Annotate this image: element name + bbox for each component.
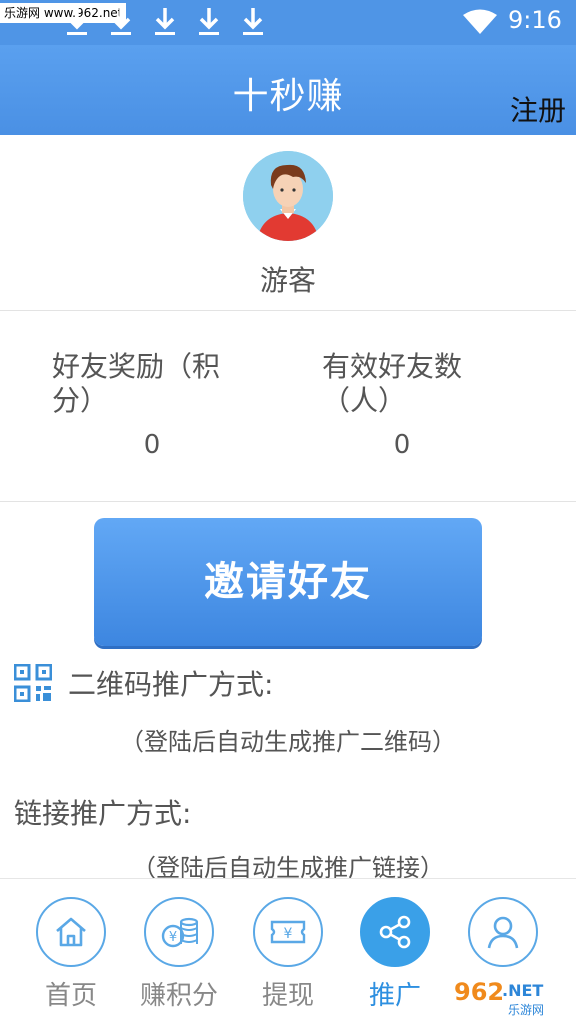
svg-text:.NET: .NET [502,981,543,1000]
home-icon [56,917,86,947]
stats-panel: 好友奖励（积分） 0 有效好友数（人） 0 [0,312,576,502]
svg-text:962: 962 [454,978,504,1006]
nav-item-withdraw[interactable]: ¥ 提现 [234,897,342,1012]
profile-section: 游客 [0,135,576,311]
register-button[interactable]: 注册 [510,89,566,129]
svg-text:乐游网: 乐游网 [508,1003,544,1017]
nav-label: 提现 [261,981,314,1011]
qr-code-icon [14,664,52,702]
nav-label: 推广 [368,981,421,1011]
user-icon [487,916,519,949]
nav-label: 首页 [44,981,97,1011]
download-icon [155,8,175,35]
wifi-icon [463,9,497,34]
nav-label: 赚积分 [139,981,218,1011]
download-icon [243,8,263,35]
notification-icons [62,4,268,38]
nav-item-earn-points[interactable]: ¥ 赚积分 [125,897,233,1012]
page-title: 十秒赚 [232,76,344,117]
invite-friends-button[interactable]: 邀请好友 [94,518,482,646]
qr-promo-heading: 二维码推广方式: [14,663,273,703]
svg-text:¥: ¥ [169,930,177,945]
user-avatar-icon [243,151,333,241]
status-clock: 9:16 [508,6,562,34]
download-icon [111,8,131,35]
ticket-yen-icon: ¥ [270,920,306,944]
qr-promo-title: 二维码推广方式: [68,668,274,701]
coins-icon: ¥ [161,917,199,948]
avatar[interactable] [243,151,333,241]
stat-value: 0 [393,430,411,460]
download-icon [67,8,87,35]
qr-promo-note: （登陆后自动生成推广二维码） [120,728,456,756]
stat-label: 好友奖励（积分） [52,350,221,417]
status-bar: 乐游网 www.962.net 9:16 [0,0,576,45]
download-icon [199,8,219,35]
nav-item-home[interactable]: 首页 [17,897,125,1012]
watermark-logo: 962 .NET 乐游网 [446,974,570,1018]
friend-reward-stat: 好友奖励（积分） 0 [52,350,252,460]
svg-text:¥: ¥ [284,926,293,942]
share-icon [379,915,411,949]
app-header: 十秒赚 注册 [0,45,576,135]
link-promo-title: 链接推广方式: [14,797,192,830]
valid-friends-stat: 有效好友数（人） 0 [322,350,482,460]
stat-value: 0 [143,430,161,460]
nav-item-promote[interactable]: 推广 [341,897,449,1012]
stat-label: 有效好友数（人） [322,350,463,417]
username: 游客 [259,264,316,297]
